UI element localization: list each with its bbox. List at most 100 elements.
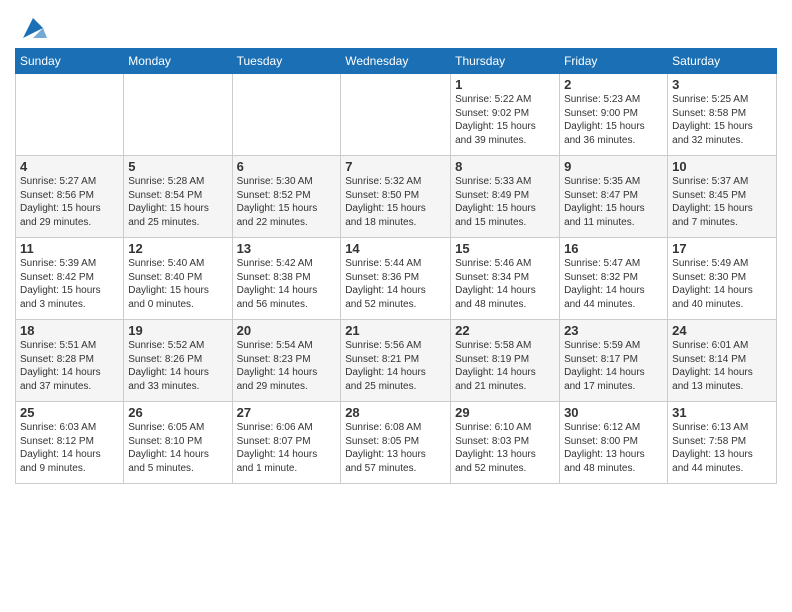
table-row: 22Sunrise: 5:58 AMSunset: 8:19 PMDayligh… [451,320,560,402]
day-number: 23 [564,323,663,338]
day-info: Sunrise: 5:56 AMSunset: 8:21 PMDaylight:… [345,339,446,393]
table-row: 6Sunrise: 5:30 AMSunset: 8:52 PMDaylight… [232,156,341,238]
calendar-table: Sunday Monday Tuesday Wednesday Thursday… [15,48,777,484]
col-tuesday: Tuesday [232,49,341,74]
day-info: Sunrise: 5:32 AMSunset: 8:50 PMDaylight:… [345,175,446,229]
day-info: Sunrise: 5:49 AMSunset: 8:30 PMDaylight:… [672,257,772,311]
day-info: Sunrise: 6:13 AMSunset: 7:58 PMDaylight:… [672,421,772,475]
day-number: 18 [20,323,119,338]
col-wednesday: Wednesday [341,49,451,74]
day-info: Sunrise: 5:23 AMSunset: 9:00 PMDaylight:… [564,93,663,147]
day-info: Sunrise: 5:30 AMSunset: 8:52 PMDaylight:… [237,175,337,229]
table-row: 27Sunrise: 6:06 AMSunset: 8:07 PMDayligh… [232,402,341,484]
table-row: 9Sunrise: 5:35 AMSunset: 8:47 PMDaylight… [560,156,668,238]
table-row: 5Sunrise: 5:28 AMSunset: 8:54 PMDaylight… [124,156,232,238]
table-row: 25Sunrise: 6:03 AMSunset: 8:12 PMDayligh… [16,402,124,484]
day-number: 13 [237,241,337,256]
day-number: 31 [672,405,772,420]
day-info: Sunrise: 6:01 AMSunset: 8:14 PMDaylight:… [672,339,772,393]
table-row: 19Sunrise: 5:52 AMSunset: 8:26 PMDayligh… [124,320,232,402]
day-number: 27 [237,405,337,420]
page: Sunday Monday Tuesday Wednesday Thursday… [0,0,792,612]
table-row: 2Sunrise: 5:23 AMSunset: 9:00 PMDaylight… [560,74,668,156]
table-row: 4Sunrise: 5:27 AMSunset: 8:56 PMDaylight… [16,156,124,238]
day-number: 29 [455,405,555,420]
day-number: 14 [345,241,446,256]
day-number: 2 [564,77,663,92]
table-row: 13Sunrise: 5:42 AMSunset: 8:38 PMDayligh… [232,238,341,320]
day-number: 26 [128,405,227,420]
day-number: 30 [564,405,663,420]
day-number: 25 [20,405,119,420]
day-info: Sunrise: 5:59 AMSunset: 8:17 PMDaylight:… [564,339,663,393]
day-info: Sunrise: 6:10 AMSunset: 8:03 PMDaylight:… [455,421,555,475]
table-row: 24Sunrise: 6:01 AMSunset: 8:14 PMDayligh… [668,320,777,402]
day-info: Sunrise: 5:42 AMSunset: 8:38 PMDaylight:… [237,257,337,311]
day-number: 5 [128,159,227,174]
day-info: Sunrise: 5:35 AMSunset: 8:47 PMDaylight:… [564,175,663,229]
day-info: Sunrise: 5:47 AMSunset: 8:32 PMDaylight:… [564,257,663,311]
day-number: 6 [237,159,337,174]
day-info: Sunrise: 5:27 AMSunset: 8:56 PMDaylight:… [20,175,119,229]
table-row: 3Sunrise: 5:25 AMSunset: 8:58 PMDaylight… [668,74,777,156]
day-number: 7 [345,159,446,174]
day-number: 24 [672,323,772,338]
day-number: 17 [672,241,772,256]
day-info: Sunrise: 5:52 AMSunset: 8:26 PMDaylight:… [128,339,227,393]
day-number: 1 [455,77,555,92]
col-thursday: Thursday [451,49,560,74]
table-row: 28Sunrise: 6:08 AMSunset: 8:05 PMDayligh… [341,402,451,484]
day-info: Sunrise: 5:58 AMSunset: 8:19 PMDaylight:… [455,339,555,393]
day-number: 4 [20,159,119,174]
calendar-header-row: Sunday Monday Tuesday Wednesday Thursday… [16,49,777,74]
day-number: 9 [564,159,663,174]
table-row: 23Sunrise: 5:59 AMSunset: 8:17 PMDayligh… [560,320,668,402]
day-number: 19 [128,323,227,338]
calendar-week-row: 1Sunrise: 5:22 AMSunset: 9:02 PMDaylight… [16,74,777,156]
day-number: 12 [128,241,227,256]
day-info: Sunrise: 5:28 AMSunset: 8:54 PMDaylight:… [128,175,227,229]
day-info: Sunrise: 6:08 AMSunset: 8:05 PMDaylight:… [345,421,446,475]
day-number: 3 [672,77,772,92]
day-number: 20 [237,323,337,338]
day-number: 15 [455,241,555,256]
logo-icon [19,14,47,42]
calendar-week-row: 18Sunrise: 5:51 AMSunset: 8:28 PMDayligh… [16,320,777,402]
table-row: 14Sunrise: 5:44 AMSunset: 8:36 PMDayligh… [341,238,451,320]
table-row: 26Sunrise: 6:05 AMSunset: 8:10 PMDayligh… [124,402,232,484]
calendar-week-row: 11Sunrise: 5:39 AMSunset: 8:42 PMDayligh… [16,238,777,320]
table-row: 30Sunrise: 6:12 AMSunset: 8:00 PMDayligh… [560,402,668,484]
table-row [341,74,451,156]
day-info: Sunrise: 5:39 AMSunset: 8:42 PMDaylight:… [20,257,119,311]
table-row: 20Sunrise: 5:54 AMSunset: 8:23 PMDayligh… [232,320,341,402]
calendar-week-row: 25Sunrise: 6:03 AMSunset: 8:12 PMDayligh… [16,402,777,484]
table-row: 16Sunrise: 5:47 AMSunset: 8:32 PMDayligh… [560,238,668,320]
day-info: Sunrise: 5:54 AMSunset: 8:23 PMDaylight:… [237,339,337,393]
day-number: 21 [345,323,446,338]
day-info: Sunrise: 5:33 AMSunset: 8:49 PMDaylight:… [455,175,555,229]
table-row: 18Sunrise: 5:51 AMSunset: 8:28 PMDayligh… [16,320,124,402]
day-info: Sunrise: 5:22 AMSunset: 9:02 PMDaylight:… [455,93,555,147]
table-row: 1Sunrise: 5:22 AMSunset: 9:02 PMDaylight… [451,74,560,156]
day-info: Sunrise: 6:12 AMSunset: 8:00 PMDaylight:… [564,421,663,475]
table-row: 8Sunrise: 5:33 AMSunset: 8:49 PMDaylight… [451,156,560,238]
day-info: Sunrise: 5:40 AMSunset: 8:40 PMDaylight:… [128,257,227,311]
col-saturday: Saturday [668,49,777,74]
table-row: 21Sunrise: 5:56 AMSunset: 8:21 PMDayligh… [341,320,451,402]
table-row: 17Sunrise: 5:49 AMSunset: 8:30 PMDayligh… [668,238,777,320]
header [15,10,777,42]
logo [15,14,47,42]
table-row: 7Sunrise: 5:32 AMSunset: 8:50 PMDaylight… [341,156,451,238]
day-info: Sunrise: 5:46 AMSunset: 8:34 PMDaylight:… [455,257,555,311]
table-row: 15Sunrise: 5:46 AMSunset: 8:34 PMDayligh… [451,238,560,320]
day-info: Sunrise: 5:44 AMSunset: 8:36 PMDaylight:… [345,257,446,311]
table-row [232,74,341,156]
day-info: Sunrise: 5:37 AMSunset: 8:45 PMDaylight:… [672,175,772,229]
col-monday: Monday [124,49,232,74]
table-row [124,74,232,156]
day-number: 11 [20,241,119,256]
day-number: 22 [455,323,555,338]
col-sunday: Sunday [16,49,124,74]
table-row: 31Sunrise: 6:13 AMSunset: 7:58 PMDayligh… [668,402,777,484]
day-number: 28 [345,405,446,420]
